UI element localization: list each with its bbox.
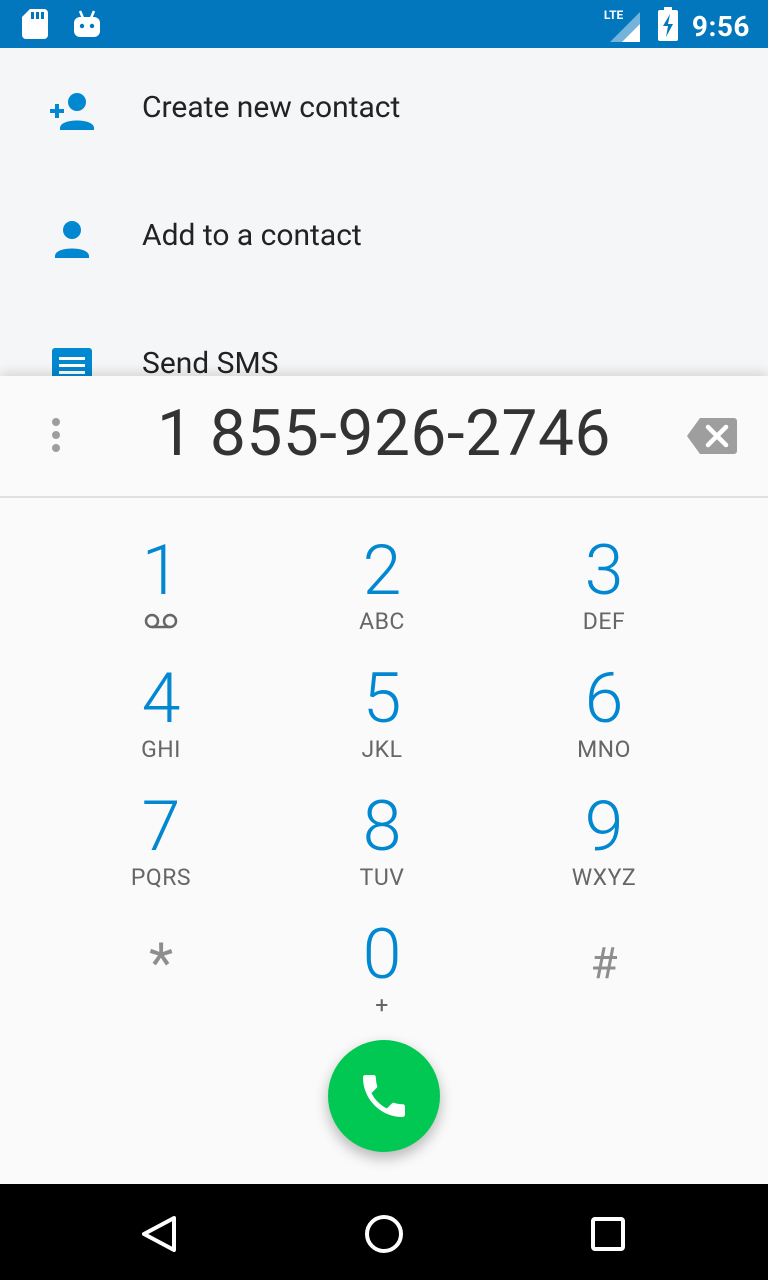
create-new-contact-item[interactable]: Create new contact: [0, 48, 768, 176]
key-1[interactable]: 1: [61, 536, 261, 656]
add-to-contact-label: Add to a contact: [142, 218, 362, 253]
home-icon[interactable]: [360, 1210, 408, 1258]
key-0[interactable]: 0 +: [282, 920, 482, 1040]
call-button[interactable]: [328, 1040, 440, 1152]
key-star[interactable]: *: [61, 928, 261, 1048]
key-2[interactable]: 2 ABC: [282, 536, 482, 656]
sd-card-icon: [22, 9, 48, 43]
key-8[interactable]: 8 TUV: [282, 792, 482, 912]
backspace-icon[interactable]: [686, 416, 738, 456]
battery-charging-icon: [657, 7, 678, 45]
dialpad-panel: 1 855-926-2746 1 2 ABC 3 DEF 4 GHI 5 JKL…: [0, 376, 768, 1184]
suggestion-list: Create new contact Add to a contact Send…: [0, 48, 768, 376]
recents-icon[interactable]: [584, 1210, 632, 1258]
status-bar: LTE 9:56: [0, 0, 768, 48]
digits-row: 1 855-926-2746: [0, 376, 768, 498]
send-sms-label: Send SMS: [142, 346, 279, 376]
dialed-number[interactable]: 1 855-926-2746: [0, 396, 768, 471]
voicemail-icon: [61, 608, 261, 635]
key-6[interactable]: 6 MNO: [504, 664, 704, 784]
lte-signal-icon: LTE: [604, 8, 644, 42]
add-to-contact-item[interactable]: Add to a contact: [0, 176, 768, 304]
key-pound[interactable]: #: [504, 928, 704, 1048]
navigation-bar: [0, 1184, 768, 1280]
key-5[interactable]: 5 JKL: [282, 664, 482, 784]
key-7[interactable]: 7 PQRS: [61, 792, 261, 912]
android-icon: [74, 9, 100, 43]
key-4[interactable]: 4 GHI: [61, 664, 261, 784]
send-sms-item[interactable]: Send SMS: [0, 304, 768, 376]
phone-icon: [363, 1075, 405, 1117]
message-icon: [48, 348, 96, 376]
person-icon: [48, 220, 96, 260]
key-9[interactable]: 9 WXYZ: [504, 792, 704, 912]
create-new-contact-label: Create new contact: [142, 90, 401, 125]
person-add-icon: [48, 92, 96, 132]
back-icon[interactable]: [136, 1210, 184, 1258]
status-time: 9:56: [691, 9, 750, 43]
key-3[interactable]: 3 DEF: [504, 536, 704, 656]
